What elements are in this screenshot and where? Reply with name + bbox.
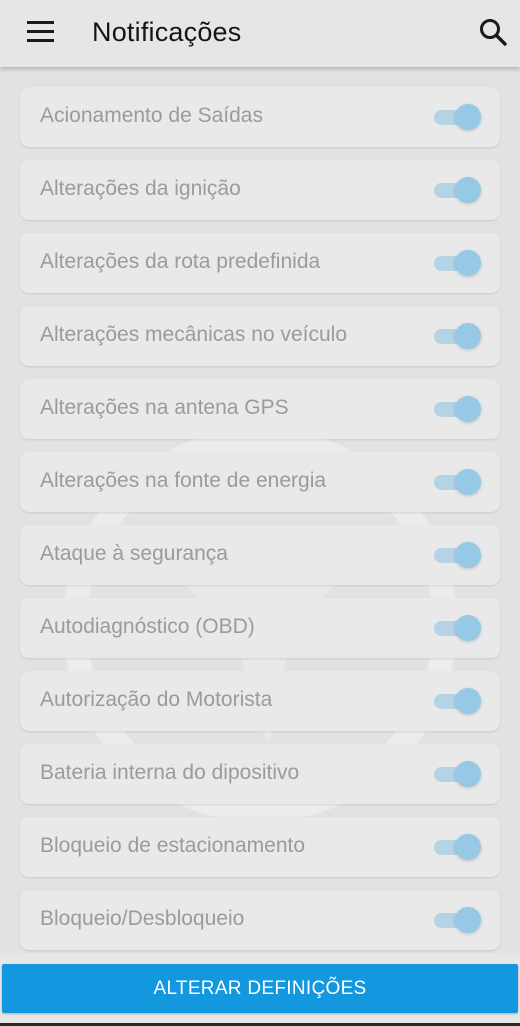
toggle-thumb <box>455 688 481 714</box>
page-title: Notificações <box>92 17 242 47</box>
toggle-thumb <box>455 104 481 130</box>
notification-label: Autorização do Motorista <box>40 688 273 711</box>
toggle-thumb <box>455 469 481 495</box>
hamburger-menu-icon[interactable] <box>27 21 54 43</box>
notification-row: Alterações da rota predefinida <box>20 233 500 293</box>
notification-toggle[interactable] <box>434 540 482 570</box>
notification-label: Bateria interna do dipositivo <box>40 761 300 784</box>
notification-label: Autodiagnóstico (OBD) <box>40 615 255 638</box>
notification-toggle[interactable] <box>434 905 482 935</box>
notification-label: Alterações da rota predefinida <box>40 250 321 273</box>
notification-row: Autodiagnóstico (OBD) <box>20 598 500 658</box>
change-settings-button[interactable]: ALTERAR DEFINIÇÕES <box>2 964 518 1013</box>
notification-row: Bateria interna do dipositivo <box>20 744 500 804</box>
app-bar: Notificações <box>0 0 520 67</box>
notification-row: Acionamento de Saídas <box>20 87 500 147</box>
search-icon[interactable] <box>478 17 508 47</box>
notification-row: Ataque à segurança <box>20 525 500 585</box>
notification-label: Bloqueio/Desbloqueio <box>40 907 245 930</box>
notification-toggle[interactable] <box>434 832 482 862</box>
notification-toggle[interactable] <box>434 394 482 424</box>
toggle-thumb <box>455 907 481 933</box>
notification-row: Alterações mecânicas no veículo <box>20 306 500 366</box>
notification-label: Alterações mecânicas no veículo <box>40 323 347 346</box>
notification-row: Alterações na antena GPS <box>20 379 500 439</box>
notification-toggle[interactable] <box>434 467 482 497</box>
toggle-thumb <box>455 834 481 860</box>
notification-toggle[interactable] <box>434 175 482 205</box>
notification-label: Alterações na fonte de energia <box>40 469 327 492</box>
notification-label: Alterações da ignição <box>40 177 241 200</box>
notification-toggle[interactable] <box>434 102 482 132</box>
notification-toggle[interactable] <box>434 248 482 278</box>
notification-toggle[interactable] <box>434 613 482 643</box>
toggle-thumb <box>455 323 481 349</box>
notification-label: Acionamento de Saídas <box>40 104 263 127</box>
toggle-thumb <box>455 542 481 568</box>
notification-label: Bloqueio de estacionamento <box>40 834 306 857</box>
notification-toggle[interactable] <box>434 759 482 789</box>
notification-label: Ataque à segurança <box>40 542 228 565</box>
toggle-thumb <box>455 177 481 203</box>
toggle-thumb <box>455 250 481 276</box>
bottom-bar: ALTERAR DEFINIÇÕES <box>0 953 520 1026</box>
notification-list: Acionamento de Saídas Alterações da igniç… <box>20 87 500 963</box>
notification-row: Bloqueio/Desbloqueio <box>20 890 500 950</box>
notification-row: Alterações da ignição <box>20 160 500 220</box>
notification-toggle[interactable] <box>434 686 482 716</box>
notification-row: Autorização do Motorista <box>20 671 500 731</box>
toggle-thumb <box>455 761 481 787</box>
toggle-thumb <box>455 396 481 422</box>
notification-label: Alterações na antena GPS <box>40 396 289 419</box>
notification-row: Bloqueio de estacionamento <box>20 817 500 877</box>
notification-toggle[interactable] <box>434 321 482 351</box>
notification-row: Alterações na fonte de energia <box>20 452 500 512</box>
toggle-thumb <box>455 615 481 641</box>
